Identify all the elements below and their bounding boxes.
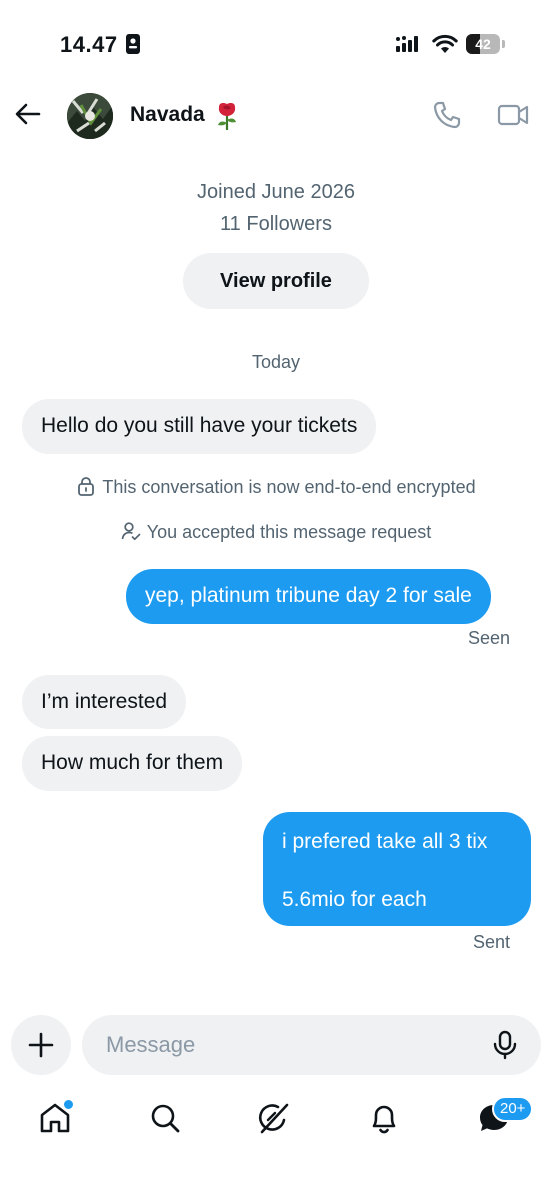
status-time: 14.47 (60, 32, 118, 57)
status-bar: 14.47 42 (0, 28, 552, 64)
battery-indicator: 42 (466, 34, 506, 54)
phone-call-button[interactable] (432, 100, 462, 130)
plus-icon (28, 1032, 54, 1058)
nav-home[interactable] (37, 1099, 74, 1136)
lock-icon (78, 477, 95, 496)
person-check-icon (121, 522, 141, 541)
request-accepted-text: You accepted this message request (146, 522, 432, 542)
nav-grok[interactable] (256, 1100, 292, 1136)
rose-icon (218, 103, 236, 130)
nav-search[interactable] (147, 1100, 183, 1136)
encryption-notice: This conversation is now end-to-end encr… (0, 476, 552, 498)
wifi-icon (432, 34, 458, 53)
followers-count: 11 Followers (220, 213, 332, 235)
nav-notifications[interactable] (366, 1100, 402, 1136)
avatar-image (67, 93, 113, 139)
video-call-button[interactable] (497, 100, 529, 130)
cellular-signal-icon (396, 36, 418, 52)
dm-conversation-screen: 14.47 42 Navada Joined June 2026 11 Foll… (0, 0, 552, 1200)
delivery-receipt-sent: Sent (472, 932, 510, 952)
message-bubble-outgoing[interactable]: yep, platinum tribune day 2 for sale (126, 569, 491, 624)
message-bubble-incoming[interactable]: Hello do you still have your tickets (22, 399, 377, 454)
microphone-button[interactable] (489, 1029, 521, 1061)
encryption-notice-text: This conversation is now end-to-end encr… (102, 477, 476, 497)
request-accepted-notice: You accepted this message request (0, 521, 552, 543)
message-bubble-incoming[interactable]: How much for them (22, 736, 243, 791)
message-line: 5.6mio for each (282, 888, 427, 911)
messages-badge: 20+ (492, 1096, 534, 1122)
message-bubble-outgoing[interactable]: i prefered take all 3 tix 5.6mio for eac… (263, 812, 531, 926)
grok-icon (258, 1103, 289, 1134)
bell-icon (372, 1105, 396, 1134)
add-attachment-button[interactable] (11, 1015, 71, 1075)
battery-tip (502, 40, 505, 48)
back-button[interactable] (12, 98, 44, 130)
avatar[interactable] (67, 93, 113, 139)
battery-level: 42 (475, 36, 491, 52)
date-separator: Today (251, 352, 301, 372)
profile-summary: Joined June 2026 11 Followers (0, 176, 552, 240)
message-composer (82, 1015, 541, 1075)
battery-icon: 42 (466, 34, 500, 54)
joined-date: Joined June 2026 (197, 181, 355, 203)
conversation-header: Navada (0, 88, 552, 144)
message-input[interactable] (106, 1015, 476, 1075)
id-card-icon (126, 34, 140, 54)
search-icon (151, 1104, 180, 1133)
message-line: i prefered take all 3 tix (282, 830, 488, 853)
bottom-navigation (0, 1090, 552, 1150)
notification-dot (63, 1099, 74, 1110)
view-profile-button[interactable]: View profile (183, 253, 369, 309)
read-receipt-seen: Seen (467, 628, 510, 648)
message-bubble-incoming[interactable]: I’m interested (22, 675, 187, 729)
contact-name[interactable]: Navada (130, 103, 205, 127)
